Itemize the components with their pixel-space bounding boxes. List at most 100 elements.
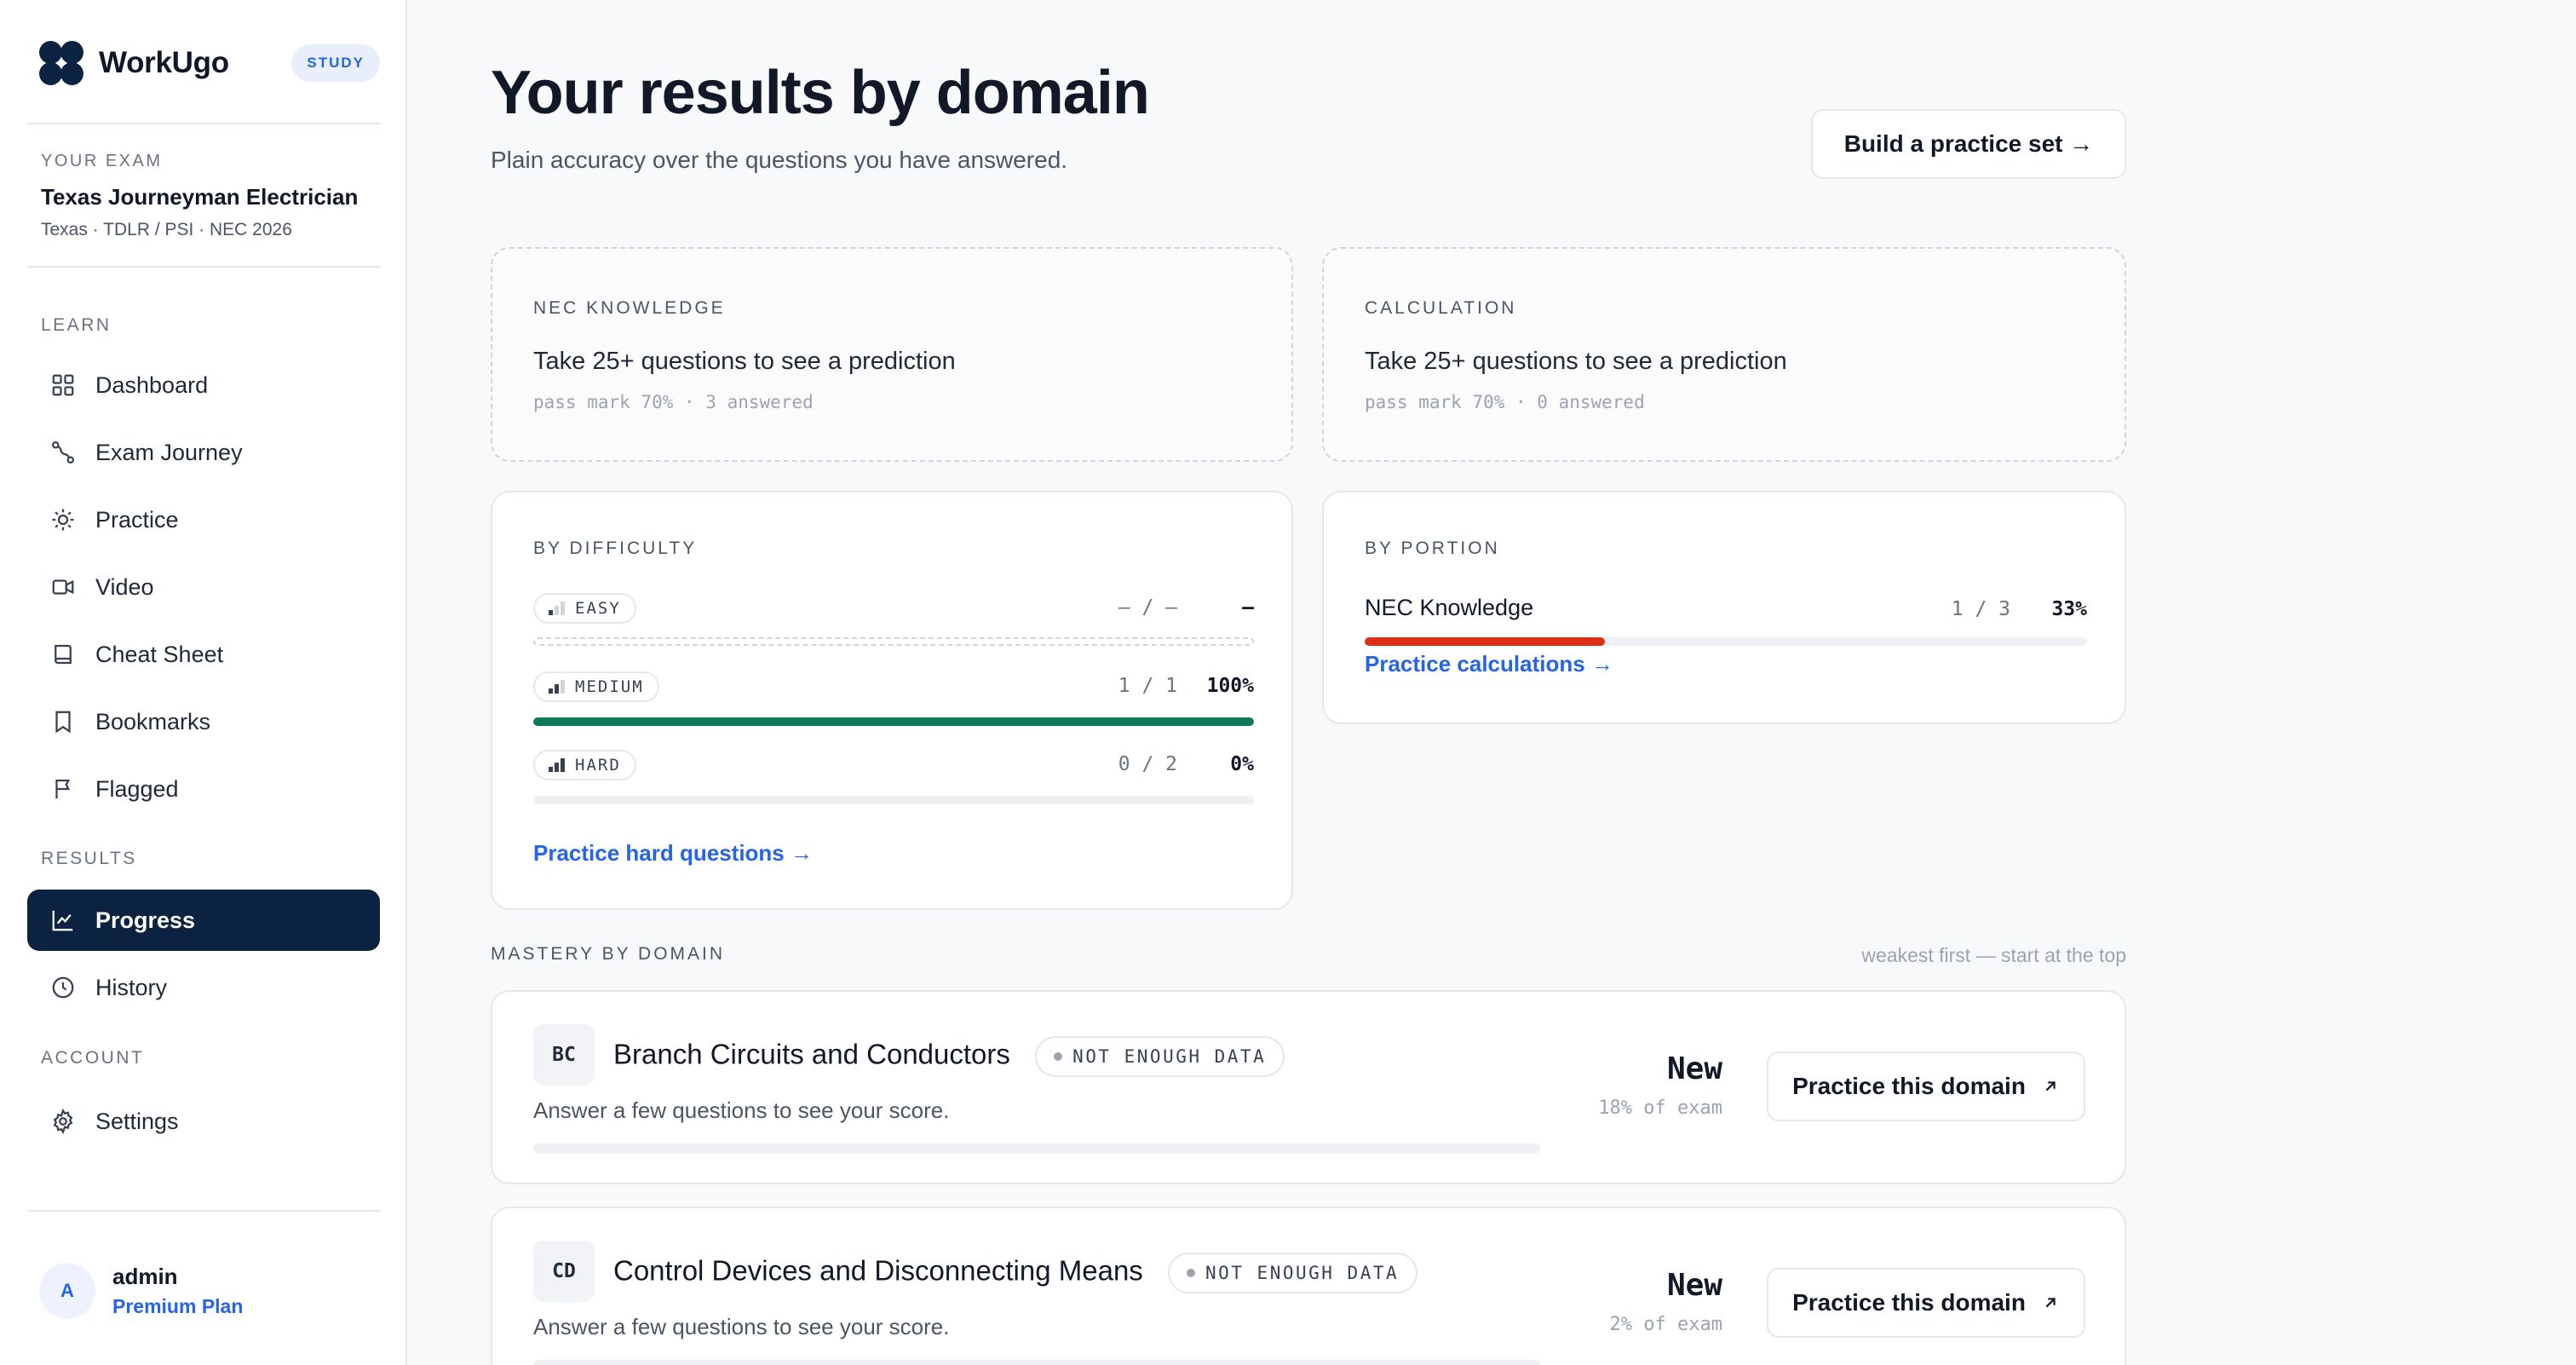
signal-bars-icon [549, 680, 566, 694]
difficulty-pill: EASY [533, 593, 636, 624]
card-caption: BY DIFFICULTY [533, 539, 698, 558]
prediction-text: Take 25+ questions to see a prediction [1365, 348, 1787, 375]
portion-track [1365, 637, 2087, 646]
nav-item-label: Bookmarks [95, 708, 211, 734]
difficulty-track-medium [533, 717, 1254, 726]
domain-score: New [1666, 1268, 1722, 1303]
exam-name[interactable]: Texas Journeyman Electrician [41, 184, 358, 210]
study-badge: STUDY [291, 44, 380, 82]
difficulty-percent: 0% [1230, 753, 1254, 775]
difficulty-percent: – [1242, 596, 1254, 619]
learn-caption: LEARN [41, 315, 112, 335]
difficulty-pill: MEDIUM [533, 671, 659, 702]
domain-description: Answer a few questions to see your score… [533, 1097, 950, 1123]
difficulty-pill: HARD [533, 750, 636, 780]
clock-icon [49, 974, 77, 1001]
difficulty-track-easy [533, 637, 1254, 646]
nav-item-label: Dashboard [95, 371, 209, 398]
page-subtitle: Plain accuracy over the questions you ha… [491, 147, 1068, 173]
gear-icon [49, 1108, 77, 1135]
difficulty-count: 0 / 2 [1118, 753, 1177, 775]
account-caption: ACCOUNT [41, 1048, 145, 1068]
not-enough-data-badge: NOT ENOUGH DATA [1035, 1036, 1285, 1077]
by-portion-card: BY PORTION NEC Knowledge 1 / 3 33% Pract… [1322, 491, 2126, 724]
prediction-meta: pass mark 70% · 0 answered [1365, 392, 1645, 412]
by-difficulty-card: BY DIFFICULTY EASY – / – – MEDIUM 1 / 1 … [491, 491, 1293, 910]
domain-name-row: Control Devices and Disconnecting Means … [613, 1253, 1418, 1293]
nav-item-video[interactable]: Video [27, 556, 380, 618]
portion-row-nec-knowledge: NEC Knowledge 1 / 3 33% [1365, 595, 2087, 625]
difficulty-track-hard [533, 796, 1254, 804]
difficulty-row-hard: HARD 0 / 2 0% [533, 750, 1254, 780]
divider [27, 266, 380, 268]
bookmark-icon [49, 708, 77, 735]
sidebar: WorkUgo STUDY YOUR EXAM Texas Journeyman… [0, 0, 407, 1365]
flag-icon [49, 775, 77, 803]
nav-item-label: History [95, 974, 168, 1000]
prediction-meta: pass mark 70% · 3 answered [533, 392, 814, 412]
workugo-logo-icon [39, 41, 83, 85]
results-caption: RESULTS [41, 849, 137, 868]
nav-item-bookmarks[interactable]: Bookmarks [27, 691, 380, 752]
practice-calculations-link[interactable]: Practice calculations → [1365, 651, 1613, 677]
difficulty-row-medium: MEDIUM 1 / 1 100% [533, 671, 1254, 702]
domain-progress-track [533, 1143, 1540, 1154]
video-icon [49, 573, 77, 601]
divider [27, 123, 380, 124]
page-title: Your results by domain [491, 59, 1150, 127]
exam-caption: YOUR EXAM [41, 152, 163, 170]
nav-item-dashboard[interactable]: Dashboard [27, 354, 380, 416]
domain-exam-share: 18% of exam [1598, 1097, 1722, 1119]
card-caption: CALCULATION [1365, 298, 1517, 318]
signal-bars-icon [549, 602, 566, 615]
nav-item-flagged[interactable]: Flagged [27, 758, 380, 820]
domain-name: Control Devices and Disconnecting Means [613, 1254, 1143, 1287]
domain-exam-share: 2% of exam [1609, 1314, 1722, 1335]
avatar: A [39, 1263, 95, 1319]
nav-item-history[interactable]: History [27, 957, 380, 1018]
domain-name-row: Branch Circuits and Conductors NOT ENOUG… [613, 1036, 1285, 1077]
nav-item-progress[interactable]: Progress [27, 890, 380, 951]
portion-count: 1 / 3 [1951, 598, 2010, 620]
portion-percent: 33% [2051, 598, 2087, 620]
domain-name: Branch Circuits and Conductors [613, 1038, 1010, 1070]
portion-label: NEC Knowledge [1365, 595, 1534, 620]
nav-item-label: Practice [95, 506, 179, 533]
user-profile[interactable]: A admin Premium Plan [39, 1253, 380, 1329]
domain-description: Answer a few questions to see your score… [533, 1314, 950, 1339]
practice-this-domain-button[interactable]: Practice this domain [1767, 1268, 2085, 1338]
domain-score: New [1666, 1051, 1722, 1086]
user-plan[interactable]: Premium Plan [112, 1295, 243, 1318]
user-name: admin [112, 1264, 178, 1289]
portion-fill [1365, 637, 1606, 646]
nav-item-label: Progress [95, 907, 196, 933]
build-practice-set-button[interactable]: Build a practice set → [1811, 109, 2126, 179]
card-caption: BY PORTION [1365, 539, 1500, 558]
prediction-card-calculation: CALCULATION Take 25+ questions to see a … [1322, 247, 2126, 462]
mastery-hint: weakest first — start at the top [1861, 944, 2126, 966]
book-icon [49, 641, 77, 668]
difficulty-fill [533, 717, 1254, 726]
signal-bars-icon [549, 758, 566, 772]
practice-this-domain-button[interactable]: Practice this domain [1767, 1051, 2085, 1121]
card-caption: NEC KNOWLEDGE [533, 298, 726, 318]
grid-icon [49, 371, 77, 399]
nav-item-cheat-sheet[interactable]: Cheat Sheet [27, 624, 380, 685]
nav-item-settings[interactable]: Settings [27, 1091, 380, 1152]
nav-item-exam-journey[interactable]: Exam Journey [27, 422, 380, 483]
arrow-up-right-icon [2041, 1077, 2060, 1096]
not-enough-data-badge: NOT ENOUGH DATA [1167, 1253, 1418, 1293]
difficulty-row-easy: EASY – / – – [533, 593, 1254, 624]
practice-hard-questions-link[interactable]: Practice hard questions → [533, 840, 813, 867]
difficulty-percent: 100% [1206, 675, 1254, 697]
brand[interactable]: WorkUgo STUDY [39, 39, 380, 87]
domain-card-branch-circuits: BC Branch Circuits and Conductors NOT EN… [491, 990, 2126, 1184]
domain-card-control-devices: CD Control Devices and Disconnecting Mea… [491, 1207, 2126, 1365]
nav-item-label: Video [95, 573, 154, 600]
nav-item-label: Flagged [95, 775, 179, 802]
exam-meta: Texas · TDLR / PSI · NEC 2026 [41, 220, 292, 239]
nav-item-practice[interactable]: Practice [27, 489, 380, 550]
sun-icon [49, 506, 77, 533]
difficulty-count: 1 / 1 [1118, 675, 1177, 697]
divider [27, 1210, 380, 1212]
